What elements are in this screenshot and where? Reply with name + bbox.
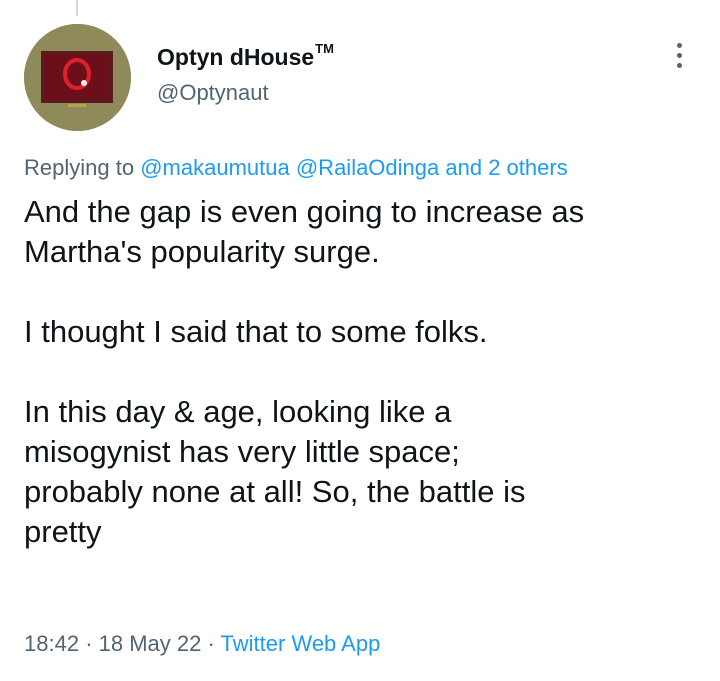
tweet-line: probably none at all! So, the battle is [24, 474, 526, 509]
others-link[interactable]: and 2 others [445, 155, 567, 180]
meta-separator: · [85, 631, 93, 656]
avatar-logo-icon [24, 24, 131, 131]
more-options-button[interactable] [664, 40, 694, 70]
tweet-date[interactable]: 18 May 22 [99, 631, 202, 656]
tweet-source-link[interactable]: Twitter Web App [221, 631, 381, 656]
thread-connector-line [76, 0, 78, 16]
author-display-name[interactable]: Optyn dHouse TM [157, 42, 334, 72]
more-vertical-icon [676, 42, 682, 68]
trademark-symbol: TM [315, 41, 334, 56]
replying-prefix: Replying to [24, 155, 135, 180]
tweet-time[interactable]: 18:42 [24, 631, 79, 656]
mention-link[interactable]: @makaumutua [140, 155, 290, 180]
tweet-line: Martha's popularity surge. [24, 234, 380, 269]
tweet-line: In this day & age, looking like a [24, 394, 452, 429]
tweet-line: pretty [24, 514, 102, 549]
tweet-line: And the gap is even going to increase as [24, 194, 585, 229]
avatar[interactable] [24, 24, 131, 131]
replying-to-line: Replying to @makaumutua @RailaOdinga and… [24, 154, 704, 182]
author-handle[interactable]: @Optynaut [157, 78, 334, 108]
meta-separator: · [207, 631, 215, 656]
display-name-text[interactable]: Optyn dHouse [157, 42, 314, 72]
tweet-line: I thought I said that to some folks. [24, 314, 488, 349]
tweet-text: And the gap is even going to increase as… [24, 192, 704, 552]
author-block: Optyn dHouse TM @Optynaut [157, 42, 334, 108]
mention-link[interactable]: @RailaOdinga [296, 155, 439, 180]
tweet-meta: 18:42 · 18 May 22 · Twitter Web App [24, 629, 380, 659]
tweet-line: misogynist has very little space; [24, 434, 460, 469]
